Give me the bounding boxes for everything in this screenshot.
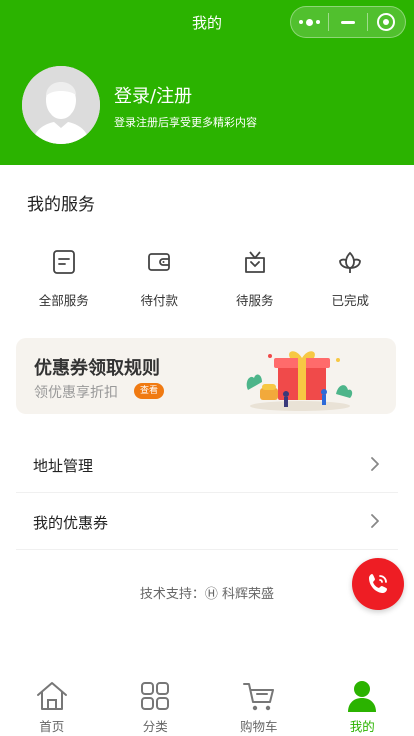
default-avatar-icon [22,66,100,144]
minus-icon [340,20,355,24]
close-target-icon [377,13,396,31]
chevron-right-icon [371,457,379,471]
cart-icon [242,683,274,711]
avatar[interactable] [22,66,100,144]
gift-illustration-icon [246,351,353,411]
services-grid: 全部服务 待付款 待服务 已完成 [16,248,398,309]
category-icon [141,682,170,710]
service-completed[interactable]: 已完成 [303,248,399,309]
tab-label: 首页 [39,719,65,734]
wallet-icon [148,253,171,271]
home-icon [36,682,67,710]
close-button[interactable] [368,7,405,37]
user-icon [348,681,377,712]
chevron-right-icon [371,514,379,528]
banner-title: 优惠券领取规则 [34,358,160,379]
service-label: 待付款 [140,293,178,308]
login-register-link[interactable]: 登录/注册 [114,82,192,108]
tab-label: 我的 [349,719,375,734]
mini-program-capsule [290,6,406,38]
login-subtitle: 登录注册后享受更多精彩内容 [114,116,257,129]
tab-category[interactable]: 分类 [104,676,208,736]
services-title: 我的服务 [27,195,95,215]
banner-subtitle: 领优惠享折扣 [34,385,118,401]
phone-icon [369,574,387,593]
service-label: 已完成 [331,293,369,308]
service-all[interactable]: 全部服务 [16,248,112,309]
tab-cart[interactable]: 购物车 [207,676,311,736]
coupon-rules-banner[interactable]: 优惠券领取规则 领优惠享折扣 查看 [16,338,396,414]
profile-header: 我的 登录/注册 登录注册后享受更多精彩内容 [0,0,414,165]
list-item-label: 我的优惠券 [33,514,109,532]
list-item-label: 地址管理 [33,457,94,475]
more-button[interactable] [291,7,328,37]
tab-home[interactable]: 首页 [0,676,104,736]
more-dots-icon [299,18,321,26]
bottom-tab-bar: 首页 分类 购物车 我的 [0,676,414,736]
tab-label: 购物车 [239,719,278,734]
service-pending-service[interactable]: 待服务 [207,248,303,309]
tab-mine[interactable]: 我的 [311,676,414,736]
view-button[interactable]: 查看 [134,383,165,399]
list-item-coupons[interactable]: 我的优惠券 [16,494,398,550]
list-item-address[interactable]: 地址管理 [16,437,398,493]
gift-box-icon [244,251,265,273]
minimize-button[interactable] [329,7,366,37]
tab-label: 分类 [142,719,168,734]
service-pending-payment[interactable]: 待付款 [112,248,208,309]
service-label: 全部服务 [38,293,89,308]
service-label: 待服务 [235,293,274,308]
call-button[interactable] [352,558,404,610]
lotus-icon [339,251,362,273]
document-icon [52,250,75,274]
